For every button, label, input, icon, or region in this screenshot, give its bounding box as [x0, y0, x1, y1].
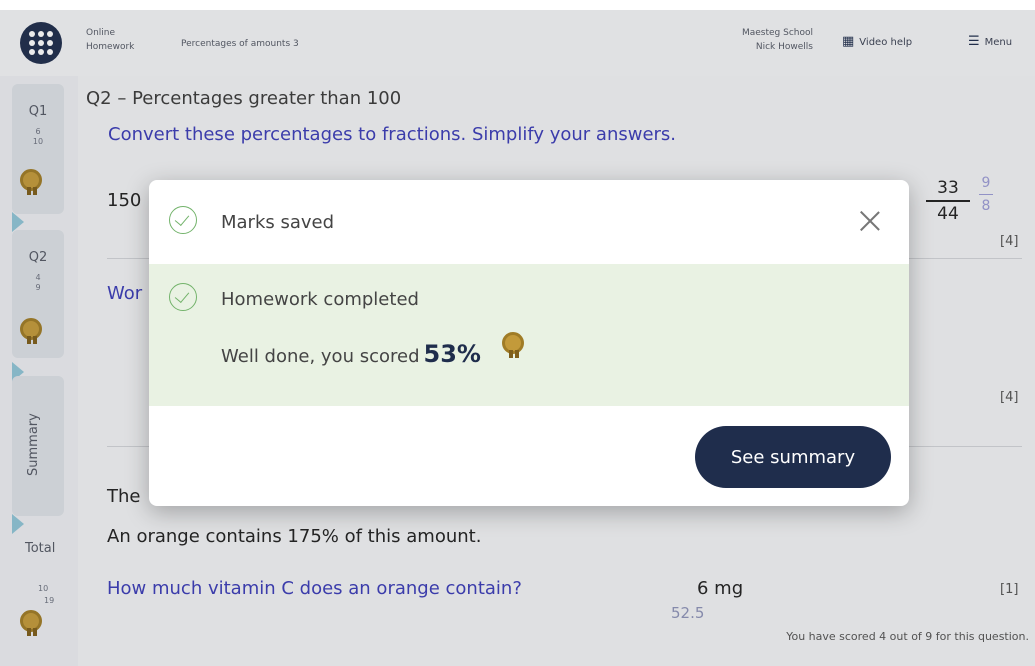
dialog-success-panel: Homework completed Well done, you scored… — [149, 264, 909, 406]
marks-saved-text: Marks saved — [221, 212, 335, 233]
dialog-header: Marks saved — [149, 180, 909, 264]
see-summary-button[interactable]: See summary — [695, 426, 891, 488]
completion-dialog: Marks saved Homework completed Well done… — [149, 180, 909, 506]
check-circle-icon — [169, 283, 197, 311]
check-circle-icon — [169, 206, 197, 234]
score-percent: 53% — [423, 340, 481, 368]
score-message: Well done, you scored 53% — [221, 340, 481, 368]
well-done-text: Well done, you scored — [221, 346, 420, 367]
award-medal-icon — [502, 332, 524, 358]
homework-completed-text: Homework completed — [221, 289, 419, 310]
close-icon[interactable] — [857, 208, 883, 234]
